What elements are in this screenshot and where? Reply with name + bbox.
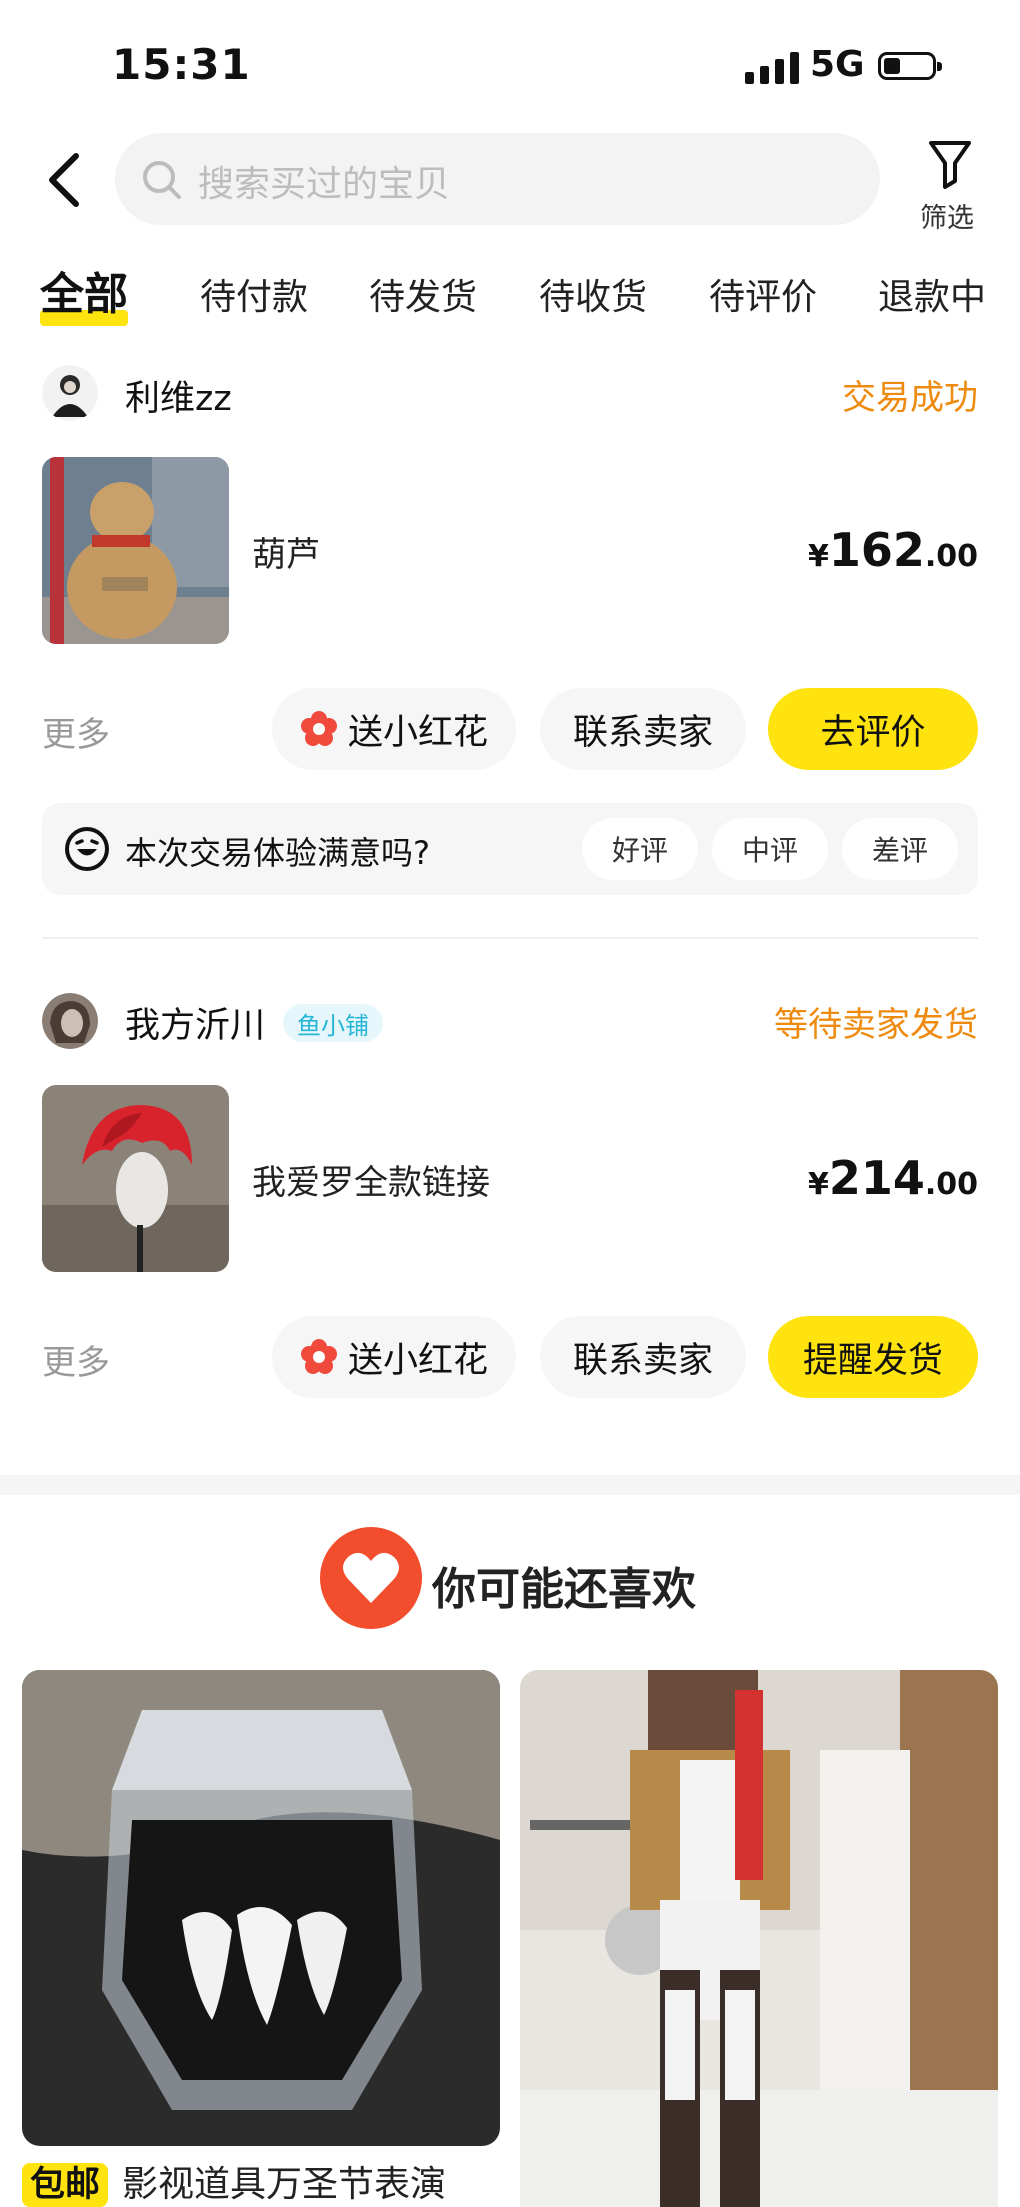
more-link[interactable]: 更多 [42,707,110,756]
signal-icon [745,50,799,84]
tab-all[interactable]: 全部 [40,258,128,322]
tab-pending-receipt[interactable]: 待收货 [539,268,647,320]
tab-refunds[interactable]: 退款中 [878,268,986,320]
seller-avatar[interactable] [42,993,98,1049]
filter-icon[interactable] [915,137,985,197]
heart-icon [320,1527,422,1629]
product-title[interactable]: 我爱罗全款链接 [252,1155,490,1204]
product-thumbnail[interactable] [42,457,229,644]
filter-label[interactable]: 筛选 [920,196,974,235]
rating-good-button[interactable]: 好评 [582,818,698,880]
product-thumbnail[interactable] [42,1085,229,1272]
rating-bad-button[interactable]: 差评 [842,818,958,880]
network-label: 5G [810,44,865,85]
send-flower-button[interactable]: 送小红花 [272,688,516,770]
battery-icon [878,52,942,80]
shop-tag-badge: 鱼小铺 [283,1004,383,1042]
tab-pending-payment[interactable]: 待付款 [200,268,308,320]
order-divider [42,937,978,939]
smile-icon [65,827,109,871]
order-status: 等待卖家发货 [774,1005,978,1045]
rating-neutral-button[interactable]: 中评 [712,818,828,880]
more-link[interactable]: 更多 [42,1335,110,1384]
seller-name[interactable]: 利维zz [125,370,232,421]
section-separator [0,1475,1020,1495]
flower-icon [300,711,337,746]
contact-seller-button[interactable]: 联系卖家 [540,1316,746,1398]
tab-pending-shipment[interactable]: 待发货 [369,268,477,320]
seller-avatar[interactable] [42,365,98,421]
flower-icon [300,1339,337,1374]
recommend-card-image[interactable] [22,1670,500,2146]
product-title[interactable]: 葫芦 [252,527,320,576]
back-arrow-icon[interactable] [40,150,92,210]
search-placeholder: 搜索买过的宝贝 [198,164,451,205]
product-price: ¥214.00 [807,1151,978,1205]
status-time: 15:31 [112,40,251,89]
remind-shipment-button[interactable]: 提醒发货 [768,1316,978,1398]
send-flower-button[interactable]: 送小红花 [272,1316,516,1398]
seller-name[interactable]: 我方沂川 [125,997,265,1048]
contact-seller-button[interactable]: 联系卖家 [540,688,746,770]
search-icon [143,161,181,199]
recommend-card-title[interactable]: 影视道具万圣节表演 [122,2163,446,2207]
rating-question: 本次交易体验满意吗? [125,834,430,872]
review-button[interactable]: 去评价 [768,688,978,770]
free-shipping-badge: 包邮 [22,2163,109,2207]
order-status: 交易成功 [842,378,978,418]
recommend-card-image[interactable] [520,1670,998,2207]
product-price: ¥162.00 [807,523,978,577]
order-tabs: 全部 待付款 待发货 待收货 待评价 退款中 [0,262,1020,332]
tab-pending-review[interactable]: 待评价 [709,268,817,320]
recommend-title: 你可能还喜欢 [432,1564,696,1615]
